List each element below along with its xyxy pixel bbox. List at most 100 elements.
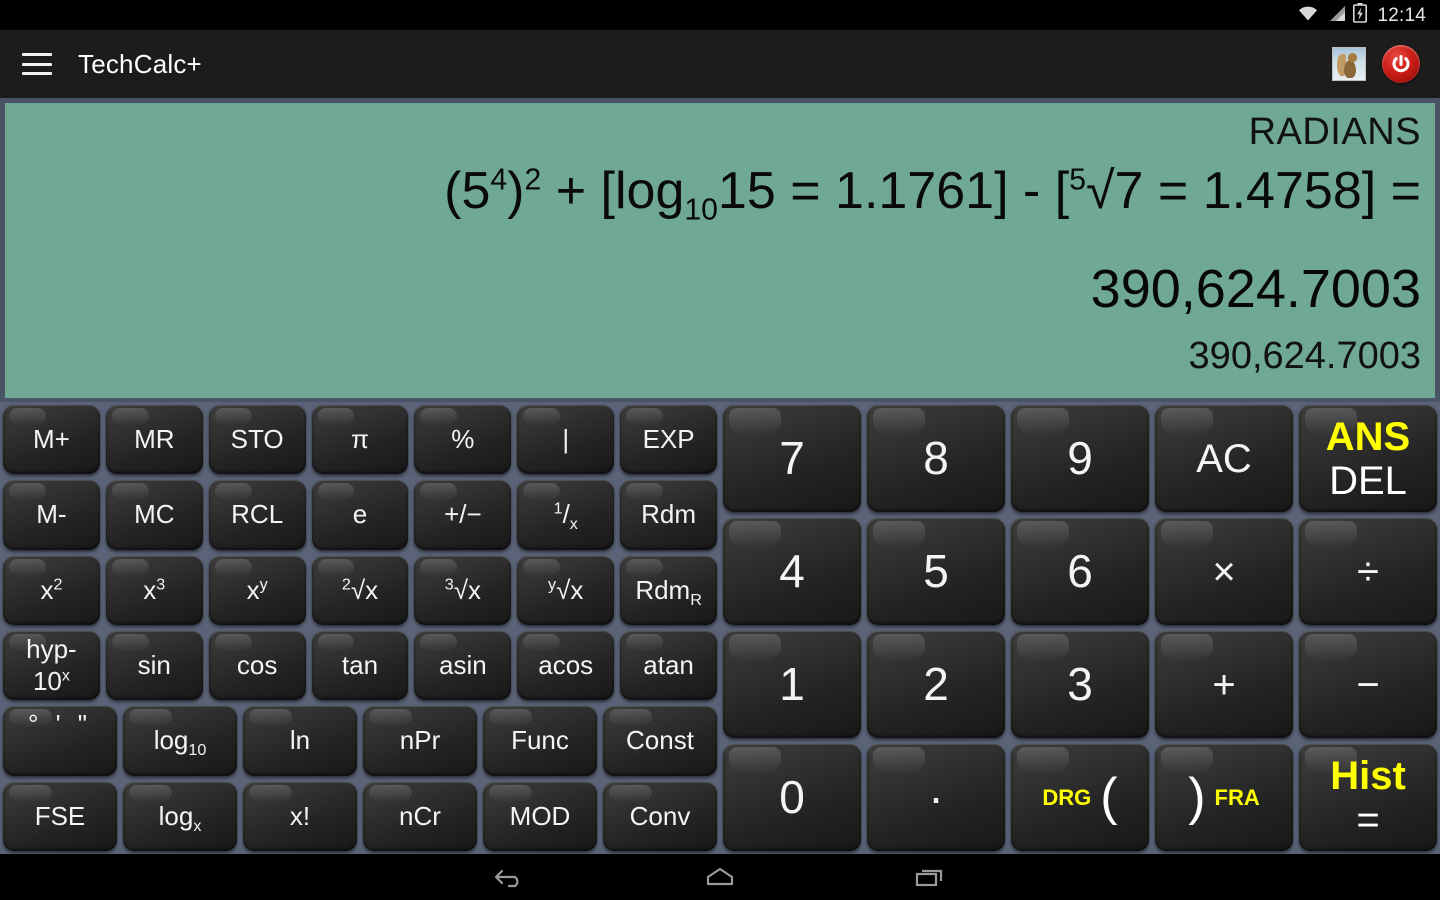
numeric-keypad-row-0: 7 8 9 AC ANS DEL: [720, 402, 1440, 515]
key-conv[interactable]: Conv: [603, 781, 717, 851]
key-combination[interactable]: nCr: [363, 781, 477, 851]
android-nav-bar: [0, 854, 1440, 900]
key-hist-equals[interactable]: Hist =: [1299, 744, 1437, 851]
scientific-keypad-row-1: M- MC RCL e +/− 1/x Rdm: [0, 477, 720, 552]
key-square-label: x2: [40, 574, 63, 605]
keypad: M+ MR STO π% | EXP M- MC RCL e +/− 1/x Rdm x2 x3 xy 2√x 3…: [0, 402, 1440, 854]
power-icon[interactable]: [1382, 45, 1420, 83]
key-sign-toggle[interactable]: +/−: [414, 480, 512, 550]
key-acos[interactable]: acos: [517, 630, 615, 701]
key-3[interactable]: 3: [1011, 631, 1149, 738]
key-const[interactable]: Const: [603, 706, 717, 776]
key-fra-close-paren[interactable]: ) FRA: [1155, 744, 1293, 851]
key-4-label: 4: [779, 545, 805, 598]
key-minus[interactable]: −: [1299, 631, 1437, 738]
key-square-root-label: 2√x: [341, 574, 379, 605]
key-degrees-minutes-seconds-label: ° ' ": [27, 709, 93, 740]
key-memory-subtract-label: M-: [36, 499, 67, 530]
key-fra-close-paren-paren: ): [1188, 768, 1206, 827]
scientific-keypad-row-2: x2 x3 xy 2√x 3√x y√x RdmR: [0, 553, 720, 628]
key-ans-del-top: ANS: [1325, 414, 1411, 459]
key-memory-clear-label: MC: [134, 499, 175, 530]
key-hyp-ten-power[interactable]: hyp- 10x: [3, 630, 100, 701]
hamburger-menu-icon[interactable]: [22, 53, 52, 75]
key-e[interactable]: e: [311, 480, 409, 550]
key-exp[interactable]: EXP: [620, 405, 718, 475]
key-memory-clear[interactable]: MC: [105, 480, 203, 550]
key-all-clear[interactable]: AC: [1155, 405, 1293, 512]
key-9[interactable]: 9: [1011, 405, 1149, 512]
key-cube-root[interactable]: 3√x: [414, 555, 512, 625]
key-mod-label: MOD: [509, 800, 571, 831]
recents-icon[interactable]: [895, 857, 965, 897]
key-log10[interactable]: log10: [123, 706, 237, 776]
key-6-label: 6: [1067, 545, 1093, 598]
key-cube[interactable]: x3: [105, 555, 203, 625]
key-factorial[interactable]: x!: [243, 781, 357, 851]
key-memory-add[interactable]: M+: [3, 405, 100, 475]
key-reciprocal[interactable]: 1/x: [517, 480, 615, 550]
key-square-root[interactable]: 2√x: [311, 555, 409, 625]
key-degrees-minutes-seconds[interactable]: ° ' ": [3, 706, 117, 776]
key-permutation[interactable]: nPr: [363, 706, 477, 776]
key-3-label: 3: [1067, 658, 1093, 711]
key-pi[interactable]: π: [311, 405, 409, 475]
key-multiply[interactable]: ×: [1155, 518, 1293, 625]
key-pi-label: π: [351, 424, 369, 455]
home-icon[interactable]: [685, 857, 755, 897]
key-const-label: Const: [626, 725, 694, 756]
key-drg-open-paren[interactable]: DRG (: [1011, 744, 1149, 851]
key-memory-recall[interactable]: MR: [105, 405, 203, 475]
scientific-keypad-row-0: M+ MR STO π% | EXP: [0, 402, 720, 477]
key-random-range[interactable]: RdmR: [620, 555, 718, 625]
key-1[interactable]: 1: [723, 631, 861, 738]
key-recall-label: RCL: [231, 499, 284, 530]
key-cos[interactable]: cos: [208, 630, 306, 701]
key-memory-subtract[interactable]: M-: [3, 480, 100, 550]
key-asin[interactable]: asin: [414, 630, 512, 701]
key-5[interactable]: 5: [867, 518, 1005, 625]
display-panel: RADIANS (54)2 + [log1015 = 1.1761] - [5√…: [0, 98, 1440, 402]
key-nth-root[interactable]: y√x: [517, 555, 615, 625]
key-func-label: Func: [511, 725, 569, 756]
key-log-base-x[interactable]: logx: [123, 781, 237, 851]
key-6[interactable]: 6: [1011, 518, 1149, 625]
key-fse[interactable]: FSE: [3, 781, 117, 851]
key-abs[interactable]: |: [517, 405, 615, 475]
calculator-display[interactable]: RADIANS (54)2 + [log1015 = 1.1761] - [5√…: [5, 103, 1435, 398]
key-sign-toggle-label: +/−: [444, 499, 482, 530]
key-func[interactable]: Func: [483, 706, 597, 776]
back-icon[interactable]: [475, 857, 545, 897]
key-minus-label: −: [1356, 662, 1380, 707]
squirrel-photo-icon[interactable]: [1332, 47, 1366, 81]
key-ln[interactable]: ln: [243, 706, 357, 776]
key-percent[interactable]: %: [414, 405, 512, 475]
key-4[interactable]: 4: [723, 518, 861, 625]
key-sin-label: sin: [137, 650, 171, 680]
key-random[interactable]: Rdm: [620, 480, 718, 550]
key-square[interactable]: x2: [3, 555, 100, 625]
key-drg-open-paren-tag: DRG: [1042, 784, 1092, 810]
key-ans-del[interactable]: ANS DEL: [1299, 405, 1437, 512]
key-recall[interactable]: RCL: [208, 480, 306, 550]
key-0[interactable]: 0: [723, 744, 861, 851]
key-power[interactable]: xy: [208, 555, 306, 625]
key-asin-label: asin: [439, 650, 487, 680]
key-7[interactable]: 7: [723, 405, 861, 512]
key-mod[interactable]: MOD: [483, 781, 597, 851]
key-atan[interactable]: atan: [620, 630, 718, 701]
key-8[interactable]: 8: [867, 405, 1005, 512]
key-plus[interactable]: +: [1155, 631, 1293, 738]
key-tan-label: tan: [341, 650, 379, 680]
key-2[interactable]: 2: [867, 631, 1005, 738]
page-title: TechCalc+: [78, 48, 202, 79]
key-memory-add-label: M+: [33, 424, 70, 455]
key-tan[interactable]: tan: [311, 630, 409, 701]
key-store[interactable]: STO: [208, 405, 306, 475]
key-decimal-point[interactable]: ·: [867, 744, 1005, 851]
key-random-label: Rdm: [641, 499, 697, 530]
key-divide[interactable]: ÷: [1299, 518, 1437, 625]
key-fra-close-paren-tag: FRA: [1214, 784, 1260, 810]
key-sin[interactable]: sin: [105, 630, 203, 701]
battery-charging-icon: [1353, 2, 1368, 28]
